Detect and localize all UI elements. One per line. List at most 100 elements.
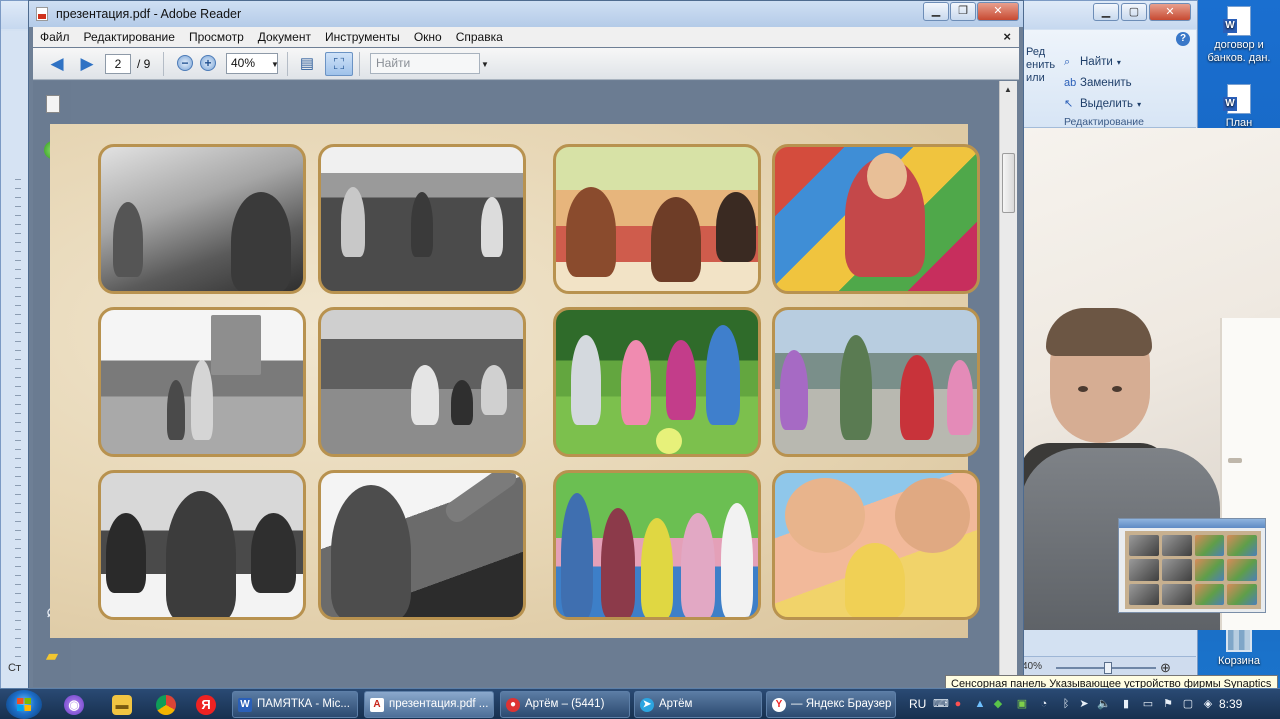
door-handle — [1228, 458, 1242, 463]
chevron-down-icon[interactable]: ▼ — [481, 60, 489, 69]
alice-icon[interactable]: ◉ — [64, 695, 84, 715]
telegram-icon: ➤ — [640, 698, 654, 712]
wifi-icon[interactable]: ◔ — [1037, 697, 1051, 711]
network-icon[interactable]: ▮ — [1119, 697, 1133, 711]
photo-boy-lego — [772, 144, 980, 294]
menu-bar: Файл Редактирование Просмотр Документ Ин… — [33, 27, 1019, 47]
restore-button[interactable]: ❐ — [950, 2, 976, 21]
pdf-page — [50, 124, 980, 638]
eye — [1112, 386, 1122, 392]
language-indicator[interactable]: RU — [909, 697, 926, 711]
word-window-controls: ▁ ▢ ✕ — [1093, 3, 1191, 21]
app-tray-icon[interactable]: ◆ — [991, 697, 1005, 711]
desktop-icon-recycle-bin[interactable]: Корзина — [1198, 624, 1280, 668]
taskbar-chat-button[interactable]: ● Артём – (5441) — [500, 691, 630, 718]
close-document-icon[interactable]: × — [1003, 29, 1011, 44]
toolbar-separator — [163, 52, 164, 76]
reader-toolbar: ◀ ▶ 2 / 9 − + 40% ▼ ▤ ⛶ Найти ▼ — [33, 48, 1019, 80]
photo-war-boy-tank — [318, 470, 526, 620]
menu-document[interactable]: Документ — [251, 30, 318, 44]
ribbon-group-label: Редактирование — [1064, 116, 1144, 128]
scroll-up-icon[interactable]: ▲ — [1004, 85, 1012, 94]
ribbon-cut-text: Ред енить или — [1026, 46, 1056, 84]
replace-icon: ab — [1064, 77, 1077, 89]
close-button[interactable]: ✕ — [977, 2, 1019, 21]
maximize-button[interactable]: ▢ — [1121, 3, 1147, 21]
shared-screen-thumbnail[interactable] — [1118, 518, 1266, 613]
reader-title-bar: презентация.pdf - Adobe Reader ▁ ❐ ✕ — [29, 1, 1023, 27]
photo-war-children-forest — [318, 307, 526, 457]
help-icon[interactable]: ? — [1176, 32, 1190, 46]
taskbar-telegram-button[interactable]: ➤ Артём — [634, 691, 762, 718]
photo-war-ruins-children — [98, 307, 306, 457]
minimize-button[interactable]: ▁ — [923, 2, 949, 21]
photo-war-children-field-work — [318, 144, 526, 294]
chrome-icon[interactable] — [156, 695, 176, 715]
menu-help[interactable]: Справка — [449, 30, 510, 44]
zoom-in-icon[interactable]: ⊕ — [1160, 660, 1171, 676]
menu-view[interactable]: Просмотр — [182, 30, 251, 44]
bluetooth-icon[interactable]: ᛒ — [1059, 697, 1073, 711]
volume-icon[interactable]: 🔈 — [1097, 697, 1111, 711]
photo-children-group-outdoor — [553, 470, 761, 620]
photo-war-boy-soldiers — [98, 470, 306, 620]
fit-width-icon[interactable]: ▤ — [293, 52, 321, 76]
chevron-down-icon[interactable]: ▼ — [271, 60, 279, 69]
taskbar-browser-button[interactable]: Y — Яндекс Браузер — [766, 691, 896, 718]
taskbar-reader-button[interactable]: A презентация.pdf ... — [364, 691, 494, 718]
select-button[interactable]: ↖ Выделить ▾ — [1064, 98, 1141, 110]
close-button[interactable]: ✕ — [1149, 3, 1191, 21]
flag-icon[interactable]: ⚑ — [1161, 697, 1175, 711]
replace-button[interactable]: ab Заменить — [1064, 77, 1132, 89]
battery-icon[interactable]: ▭ — [1141, 697, 1155, 711]
menu-window[interactable]: Окно — [407, 30, 449, 44]
yandex-icon[interactable]: Я — [196, 695, 216, 715]
previous-page-icon[interactable]: ◀ — [47, 54, 67, 74]
comments-icon[interactable]: ▰ — [42, 647, 62, 667]
next-page-icon[interactable]: ▶ — [77, 54, 97, 74]
binoculars-icon: ⌕ — [1064, 56, 1071, 68]
webcam-preview — [1020, 128, 1280, 630]
vertical-ruler — [15, 171, 21, 671]
taskbar-word-button[interactable]: W ПАМЯТКА - Mic... — [232, 691, 358, 718]
page-number-input[interactable]: 2 — [105, 54, 131, 74]
zoom-slider-thumb[interactable] — [1104, 662, 1112, 674]
desktop-icon-label: договор и банков. дан. — [1207, 39, 1271, 64]
photo-children-running — [772, 307, 980, 457]
toolbar-separator — [359, 52, 360, 76]
scrollbar-thumb[interactable] — [1002, 153, 1015, 213]
clock[interactable]: 8:39 — [1219, 697, 1242, 711]
language-settings-icon[interactable]: ⌨ — [933, 697, 949, 711]
menu-tools[interactable]: Инструменты — [318, 30, 407, 44]
minimize-button[interactable]: ▁ — [1093, 3, 1119, 21]
zoom-out-icon[interactable]: − — [177, 55, 193, 71]
find-input[interactable]: Найти — [370, 53, 480, 74]
taskbar: ◉ ▬ Я W ПАМЯТКА - Mic... A презентация.p… — [0, 688, 1280, 719]
word-document-icon — [1223, 6, 1251, 36]
desktop-icon-dogovor[interactable]: договор и банков. дан. — [1198, 6, 1280, 65]
zoom-in-icon[interactable]: + — [200, 55, 216, 71]
thumbnail-title-bar — [1119, 519, 1265, 528]
pdf-file-icon — [36, 7, 48, 21]
desktop-icon-label: Корзина — [1218, 655, 1260, 667]
telegram-tray-icon[interactable]: ➤ — [1077, 697, 1091, 711]
display-icon[interactable]: ▢ — [1181, 697, 1195, 711]
folder-icon[interactable]: ▬ — [112, 695, 132, 715]
start-button[interactable] — [6, 690, 42, 719]
photo-children-playing-ball — [553, 307, 761, 457]
touchpad-icon[interactable]: ▣ — [1015, 697, 1029, 711]
pages-icon[interactable] — [46, 95, 60, 113]
person-hair — [1046, 308, 1152, 356]
antivirus-icon[interactable]: ● — [951, 697, 965, 711]
menu-edit[interactable]: Редактирование — [77, 30, 182, 44]
cursor-icon: ↖ — [1064, 98, 1074, 110]
window-title: презентация.pdf - Adobe Reader — [56, 7, 242, 21]
network-disk-icon[interactable]: ▲ — [973, 697, 987, 711]
find-button[interactable]: ⌕ Найти ▾ — [1064, 56, 1121, 68]
vertical-scrollbar[interactable]: ▲ ▼ — [999, 81, 1017, 687]
fit-page-icon[interactable]: ⛶ — [325, 52, 353, 76]
security-icon[interactable]: ◈ — [1201, 697, 1215, 711]
desktop-icon-plan[interactable]: План — [1198, 84, 1280, 130]
menu-file[interactable]: Файл — [33, 30, 77, 44]
system-tray: RU ⌨ ● ▲ ◆ ▣ ◔ ᛒ ➤ 🔈 ▮ ▭ ⚑ ▢ ◈ 8:39 — [905, 689, 1280, 719]
